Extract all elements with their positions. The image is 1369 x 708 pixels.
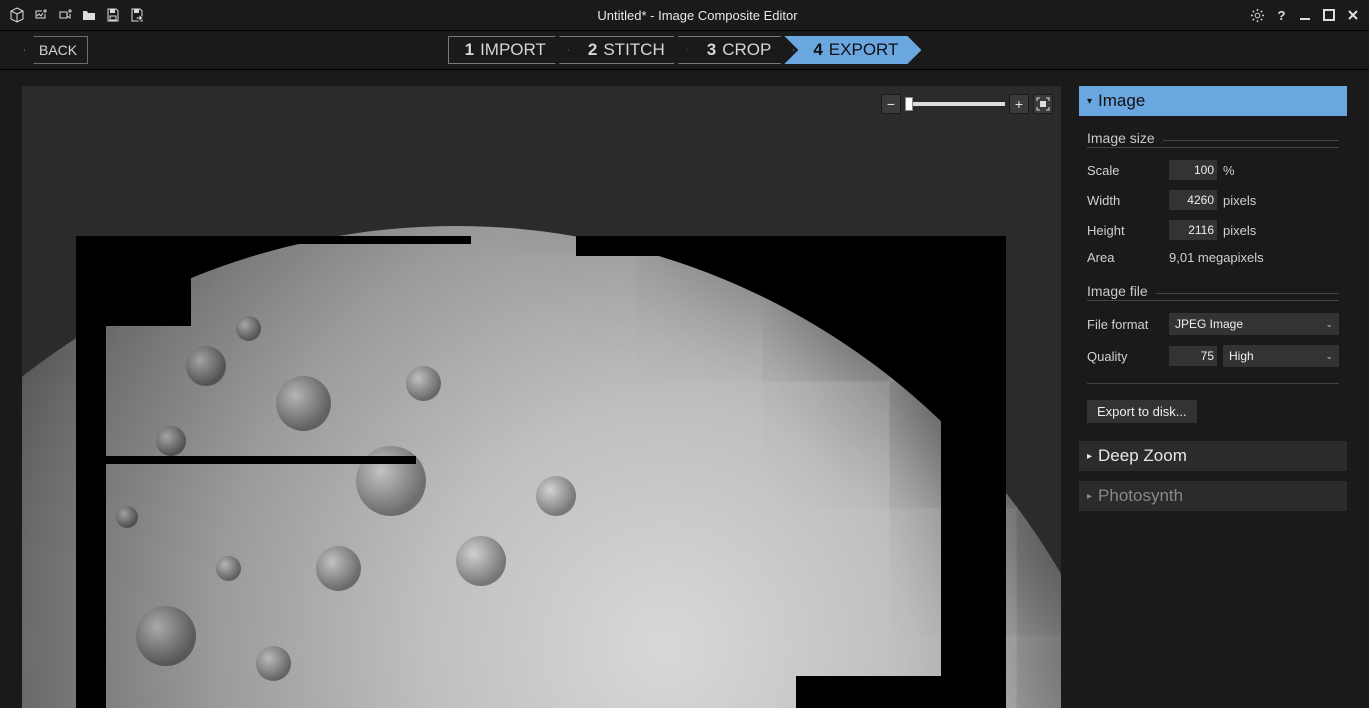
step-stitch[interactable]: 2 STITCH [559, 36, 688, 64]
zoom-slider-thumb[interactable] [905, 97, 913, 111]
quality-input[interactable] [1169, 346, 1217, 366]
step-crop[interactable]: 3 CROP [678, 36, 795, 64]
svg-text:?: ? [1277, 8, 1285, 23]
format-label: File format [1087, 317, 1163, 332]
preview-canvas[interactable]: − + [22, 86, 1061, 708]
export-to-disk-button[interactable]: Export to disk... [1087, 400, 1197, 423]
save-as-icon[interactable] [128, 6, 146, 24]
step-import[interactable]: 1 IMPORT [448, 36, 569, 64]
back-button[interactable]: BACK [24, 36, 88, 64]
side-panel: ▾ Image Image size Scale % Width pixels … [1069, 70, 1369, 708]
width-input[interactable] [1169, 190, 1217, 210]
height-label: Height [1087, 223, 1163, 238]
width-label: Width [1087, 193, 1163, 208]
height-unit: pixels [1223, 223, 1275, 238]
area-value: 9,01 megapixels [1169, 250, 1339, 265]
group-title-image-size: Image size [1087, 130, 1339, 148]
maximize-icon[interactable] [1321, 7, 1337, 23]
chevron-right-icon: ▸ [1087, 491, 1092, 502]
quality-label: Quality [1087, 349, 1163, 364]
chevron-right-icon: ▸ [1087, 451, 1092, 462]
scale-unit: % [1223, 163, 1275, 178]
step-bar: BACK 1 IMPORT 2 STITCH 3 CROP 4 EXPORT [0, 30, 1369, 70]
zoom-out-button[interactable]: − [881, 94, 901, 114]
zoom-slider[interactable] [905, 102, 1005, 106]
chevron-down-icon: ▾ [1087, 96, 1092, 107]
new-images-icon[interactable] [32, 6, 50, 24]
zoom-fit-button[interactable] [1033, 94, 1053, 114]
section-body-image: Image size Scale % Width pixels Height p… [1079, 126, 1347, 431]
cube-icon[interactable] [8, 6, 26, 24]
window-title: Untitled* - Image Composite Editor [146, 8, 1249, 23]
open-icon[interactable] [80, 6, 98, 24]
chevron-down-icon: ⌄ [1325, 351, 1333, 362]
back-label: BACK [39, 42, 77, 58]
minimize-icon[interactable] [1297, 7, 1313, 23]
width-unit: pixels [1223, 193, 1275, 208]
section-header-image[interactable]: ▾ Image [1079, 86, 1347, 116]
zoom-controls: − + [881, 94, 1053, 114]
section-header-photosynth[interactable]: ▸ Photosynth [1079, 481, 1347, 511]
chevron-down-icon: ⌄ [1325, 319, 1333, 330]
group-title-image-file: Image file [1087, 283, 1339, 301]
zoom-in-button[interactable]: + [1009, 94, 1029, 114]
settings-icon[interactable] [1249, 7, 1265, 23]
section-header-deep-zoom[interactable]: ▸ Deep Zoom [1079, 441, 1347, 471]
title-bar: Untitled* - Image Composite Editor ? [0, 0, 1369, 30]
quality-preset-select[interactable]: High ⌄ [1223, 345, 1339, 367]
preview-image [76, 236, 1006, 708]
area-label: Area [1087, 250, 1163, 265]
step-export[interactable]: 4 EXPORT [784, 36, 921, 64]
save-icon[interactable] [104, 6, 122, 24]
new-video-icon[interactable] [56, 6, 74, 24]
height-input[interactable] [1169, 220, 1217, 240]
format-select[interactable]: JPEG Image ⌄ [1169, 313, 1339, 335]
scale-input[interactable] [1169, 160, 1217, 180]
help-icon[interactable]: ? [1273, 7, 1289, 23]
close-icon[interactable] [1345, 7, 1361, 23]
scale-label: Scale [1087, 163, 1163, 178]
